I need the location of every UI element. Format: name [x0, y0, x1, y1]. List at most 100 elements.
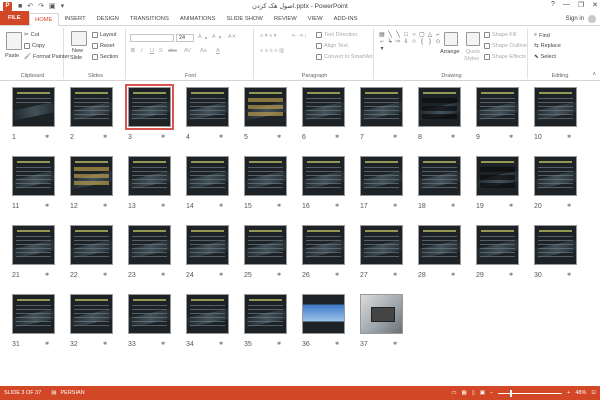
normal-view-icon[interactable]: ▭	[451, 390, 456, 396]
character-spacing-button[interactable]: AV	[184, 48, 191, 54]
slide-thumbnail[interactable]: 22 ✱	[70, 225, 115, 281]
slide-preview[interactable]	[244, 294, 287, 334]
slide-preview[interactable]	[186, 294, 229, 334]
slide-thumbnail[interactable]: 5 ✱	[244, 87, 289, 143]
oval-shape-icon[interactable]: ○	[411, 32, 417, 38]
transition-icon[interactable]: ✱	[277, 272, 281, 278]
transition-icon[interactable]: ✱	[45, 341, 49, 347]
convert-smartart-button[interactable]: Convert to SmartArt	[316, 54, 373, 60]
tab-view[interactable]: VIEW	[302, 13, 328, 25]
slideshow-view-icon[interactable]: ▣	[480, 390, 485, 396]
slide-thumbnail[interactable]: 36 ✱	[302, 294, 347, 350]
shapes-gallery[interactable]: ▤ ╲ ╲ □ ○ ▢ △ ⌐ ⌐ ↳ ⇨ ⇩ ☆{} ✩ ▾	[379, 32, 442, 52]
slide-thumbnail[interactable]: 31 ✱	[12, 294, 57, 350]
reading-view-icon[interactable]: ▯	[472, 390, 475, 396]
slide-thumbnail[interactable]: 18 ✱	[418, 156, 463, 212]
line-shape-icon[interactable]: ╲	[387, 32, 393, 38]
slide-thumbnail[interactable]: 11 ✱	[12, 156, 57, 212]
layout-button[interactable]: Layout	[92, 32, 117, 38]
shadow-button[interactable]: S	[159, 48, 163, 54]
slide-preview[interactable]	[476, 225, 519, 265]
slide-preview[interactable]	[476, 87, 519, 127]
transition-icon[interactable]: ✱	[509, 272, 513, 278]
slide-thumbnail[interactable]: 27 ✱	[360, 225, 405, 281]
transition-icon[interactable]: ✱	[567, 272, 571, 278]
slide-preview[interactable]	[125, 84, 174, 130]
slide-preview[interactable]	[186, 225, 229, 265]
slide-preview[interactable]	[70, 87, 113, 127]
slide-thumbnail[interactable]: 29 ✱	[476, 225, 521, 281]
slide-preview[interactable]	[244, 156, 287, 196]
slide-preview[interactable]	[128, 294, 171, 334]
slide-preview[interactable]	[12, 225, 55, 265]
tab-home[interactable]: HOME	[28, 13, 59, 26]
tab-insert[interactable]: INSERT	[59, 13, 91, 25]
slide-thumbnail[interactable]: 1 ✱	[12, 87, 57, 143]
transition-icon[interactable]: ✱	[161, 203, 165, 209]
grow-font-button[interactable]: A ▲	[198, 34, 208, 40]
transition-icon[interactable]: ✱	[451, 272, 455, 278]
connector-shape-icon[interactable]: ↳	[387, 39, 393, 45]
zoom-out-button[interactable]: −	[490, 390, 493, 396]
format-painter-button[interactable]: 🖌 Format Painter	[24, 54, 69, 60]
transition-icon[interactable]: ✱	[277, 134, 281, 140]
slide-thumbnail[interactable]: 32 ✱	[70, 294, 115, 350]
font-size-box[interactable]: 24	[176, 34, 194, 42]
arrow-shape-icon[interactable]: ⇩	[403, 39, 409, 45]
new-slide-icon[interactable]	[71, 31, 87, 46]
star-shape-icon[interactable]: ☆	[411, 39, 417, 45]
slide-thumbnail[interactable]: 17 ✱	[360, 156, 405, 212]
align-text-button[interactable]: Align Text	[316, 43, 348, 49]
transition-icon[interactable]: ✱	[219, 272, 223, 278]
slide-preview[interactable]	[128, 156, 171, 196]
help-button[interactable]: ?	[551, 1, 555, 9]
underline-button[interactable]: U	[150, 48, 154, 54]
rounded-rect-shape-icon[interactable]: ▢	[419, 32, 425, 38]
bold-button[interactable]: B	[131, 48, 135, 54]
zoom-level[interactable]: 48%	[575, 390, 586, 396]
slide-preview[interactable]	[12, 87, 55, 127]
font-color-button[interactable]: A	[216, 48, 220, 54]
spell-check-icon[interactable]: ▤	[51, 390, 56, 396]
transition-icon[interactable]: ✱	[277, 203, 281, 209]
transition-icon[interactable]: ✱	[45, 272, 49, 278]
slide-thumbnail[interactable]: 28 ✱	[418, 225, 463, 281]
strikethrough-button[interactable]: abc	[168, 48, 177, 54]
paste-button[interactable]: Paste	[5, 53, 19, 59]
slide-preview[interactable]	[12, 156, 55, 196]
transition-icon[interactable]: ✱	[219, 341, 223, 347]
slide-thumbnail[interactable]: 35 ✱	[244, 294, 289, 350]
tab-design[interactable]: DESIGN	[91, 13, 124, 25]
transition-icon[interactable]: ✱	[393, 341, 397, 347]
textbox-shape-icon[interactable]: ▤	[379, 32, 385, 38]
slide-preview[interactable]	[534, 156, 577, 196]
slide-preview[interactable]	[302, 294, 345, 334]
slide-thumbnail[interactable]: 14 ✱	[186, 156, 231, 212]
star-shape-icon[interactable]: ✩	[435, 39, 441, 45]
select-button[interactable]: ⬉ Select	[534, 54, 556, 60]
slide-preview[interactable]	[476, 156, 519, 196]
slide-thumbnail[interactable]: 13 ✱	[128, 156, 173, 212]
arrange-button[interactable]: Arrange	[440, 49, 460, 55]
transition-icon[interactable]: ✱	[393, 272, 397, 278]
slide-thumbnail[interactable]: 8 ✱	[418, 87, 463, 143]
close-button[interactable]: ✕	[592, 1, 598, 9]
slide-preview[interactable]	[12, 294, 55, 334]
arrange-icon[interactable]	[444, 32, 458, 46]
slide-preview[interactable]	[534, 87, 577, 127]
cut-button[interactable]: ✂ Cut	[24, 32, 39, 38]
tab-file[interactable]: FILE	[0, 11, 29, 25]
slide-preview[interactable]	[70, 225, 113, 265]
collapse-ribbon-icon[interactable]: ˄	[592, 72, 596, 78]
transition-icon[interactable]: ✱	[103, 272, 107, 278]
rectangle-shape-icon[interactable]: □	[403, 32, 409, 38]
change-case-button[interactable]: Aa	[200, 48, 207, 54]
slide-preview[interactable]	[70, 156, 113, 196]
transition-icon[interactable]: ✱	[451, 203, 455, 209]
slide-thumbnail[interactable]: 34 ✱	[186, 294, 231, 350]
slide-thumbnail[interactable]: 12 ✱	[70, 156, 115, 212]
slide-preview[interactable]	[244, 87, 287, 127]
slide-preview[interactable]	[244, 225, 287, 265]
slide-preview[interactable]	[360, 87, 403, 127]
arrow-shape-icon[interactable]: ⇨	[395, 39, 401, 45]
